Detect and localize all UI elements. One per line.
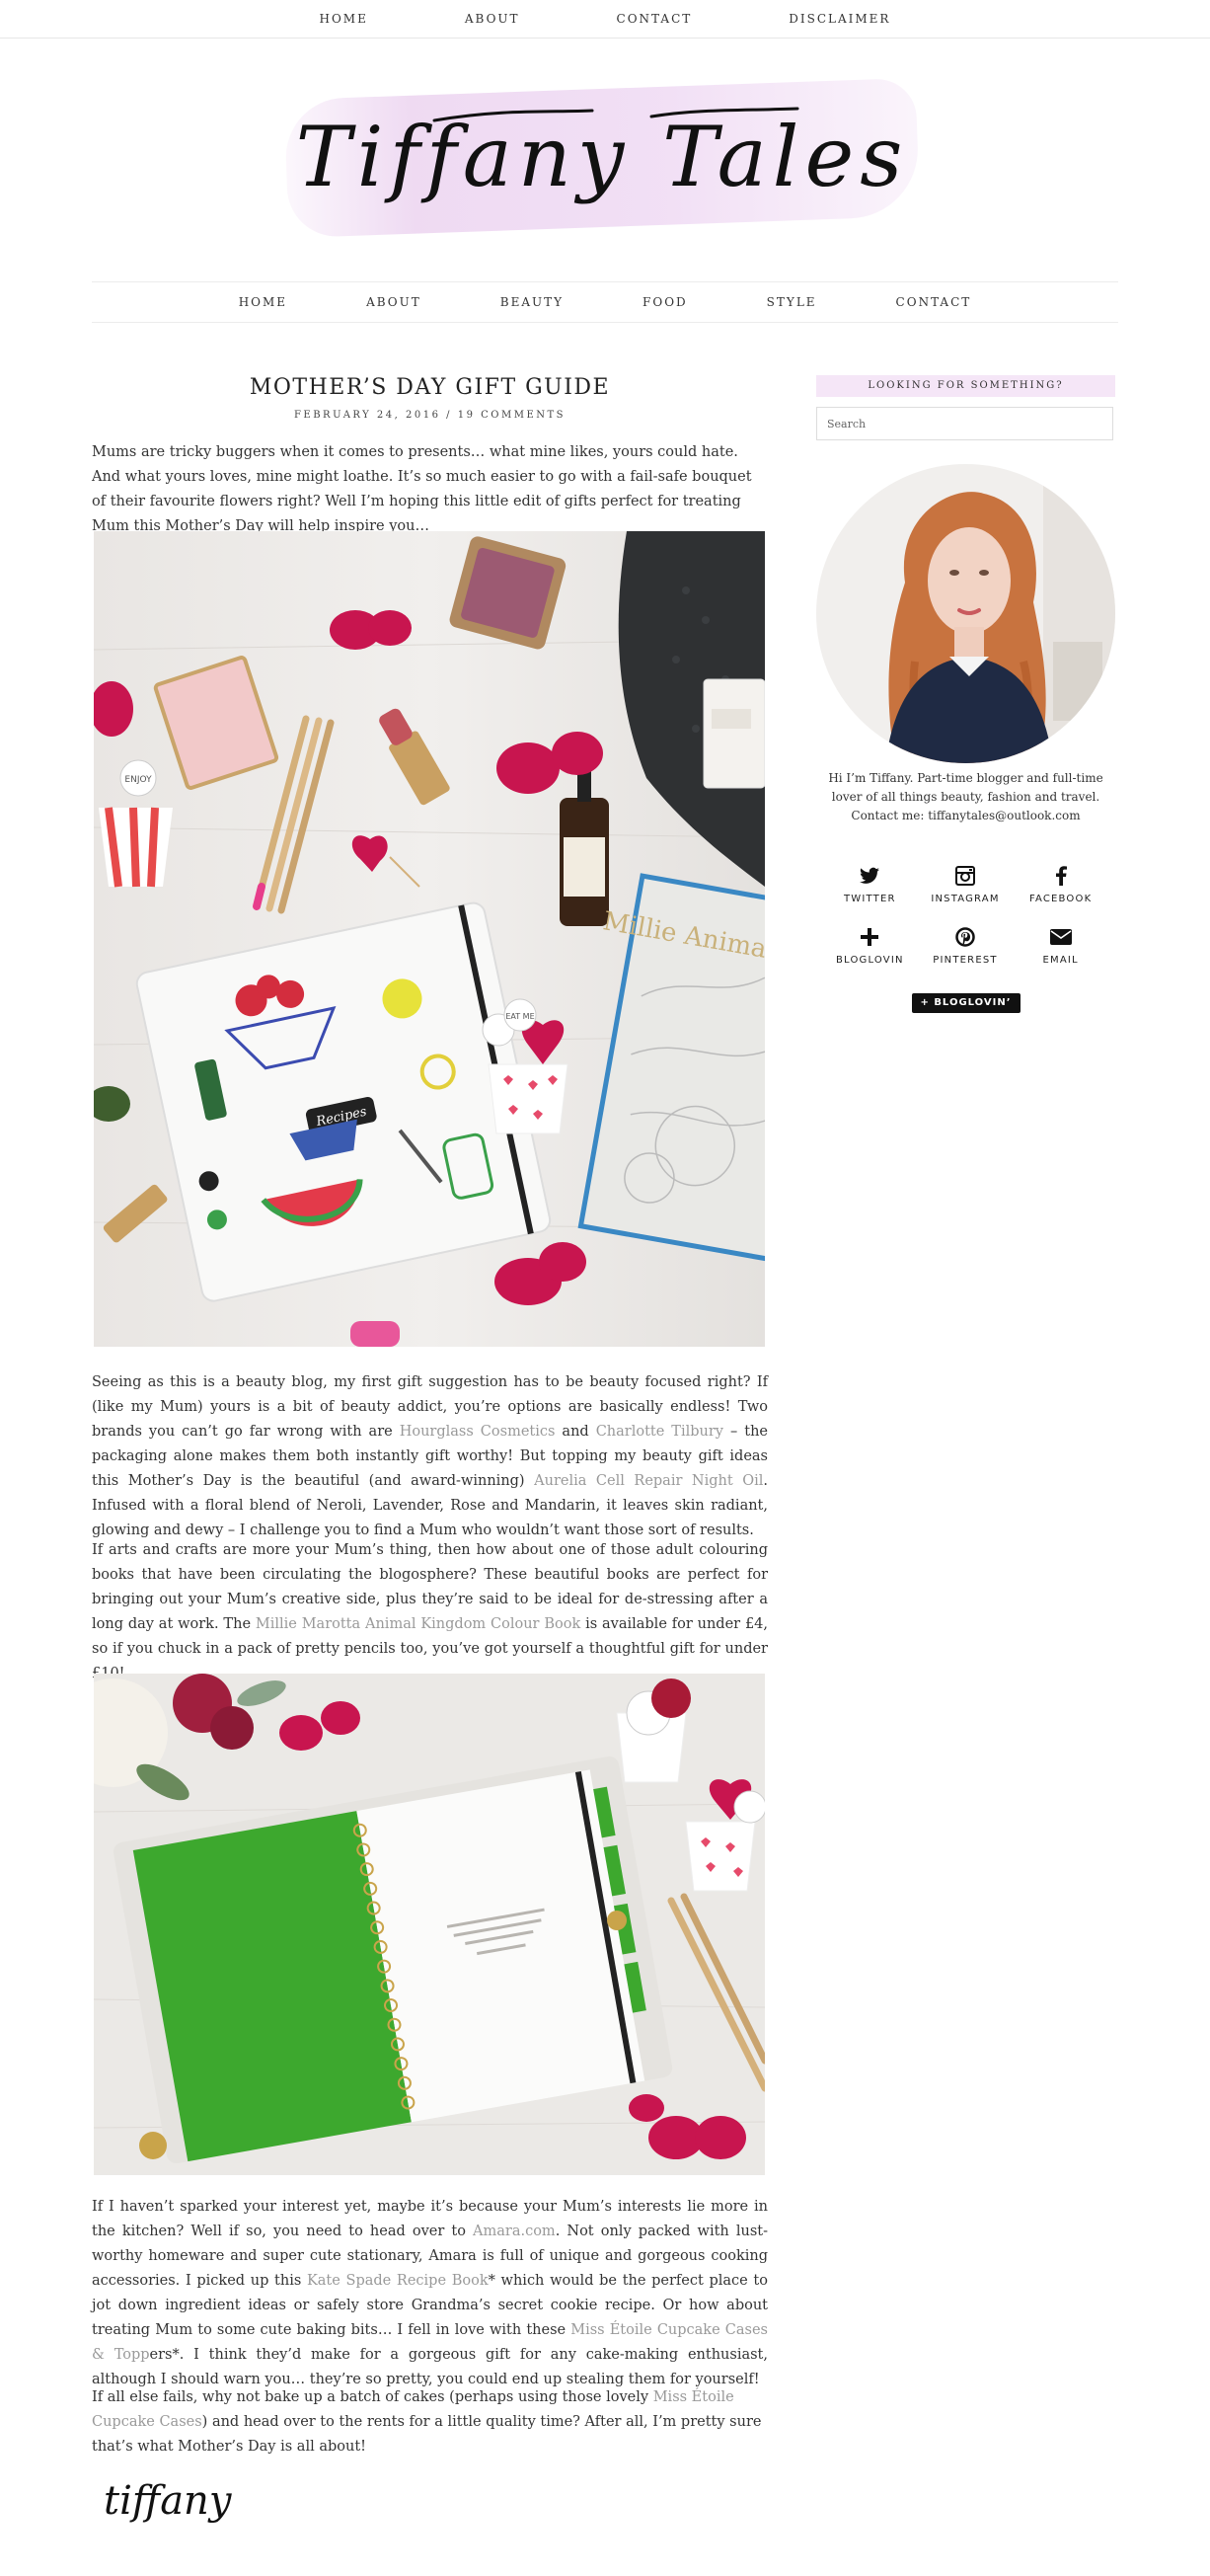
link-amara[interactable]: Amara.com	[473, 2224, 556, 2239]
post-meta: FEBRUARY 24, 2016 / 19 COMMENTS	[92, 410, 768, 421]
post-meta-separator: /	[446, 410, 453, 421]
link-charlotte-tilbury[interactable]: Charlotte Tilbury	[596, 1424, 723, 1440]
link-hourglass[interactable]: Hourglass Cosmetics	[400, 1424, 556, 1440]
author-bio: Hi I’m Tiffany. Part-time blogger and fu…	[828, 771, 1103, 822]
top-nav-home[interactable]: HOME	[320, 12, 368, 26]
social-email[interactable]: EMAIL	[1013, 926, 1108, 966]
svg-text:tiffany: tiffany	[104, 2478, 233, 2524]
link-kate-spade[interactable]: Kate Spade Recipe Book	[307, 2273, 489, 2289]
post-paragraph-colouring: If arts and crafts are more your Mum’s t…	[92, 1542, 769, 1681]
twitter-icon	[859, 865, 880, 887]
main-nav-food[interactable]: FOOD	[643, 295, 688, 309]
link-colouring-book[interactable]: Millie Marotta Animal Kingdom Colour Boo…	[256, 1616, 580, 1632]
main-nav: HOME ABOUT BEAUTY FOOD STYLE CONTACT	[92, 281, 1118, 323]
logo-text: Tiffany Tales	[296, 109, 909, 205]
author-signature: tiffany	[104, 2478, 233, 2524]
facebook-icon	[1050, 865, 1072, 887]
instagram-icon	[954, 865, 976, 887]
social-pinterest[interactable]: PINTEREST	[918, 926, 1014, 966]
social-facebook[interactable]: FACEBOOK	[1013, 865, 1108, 904]
social-links: TWITTER INSTAGRAM FACEBOOK BLOGLOVIN PIN…	[822, 865, 1108, 966]
post-paragraph-kitchen: If I haven’t sparked your interest yet, …	[92, 2199, 768, 2387]
logo-script-svg: Tiffany Tales	[296, 107, 909, 205]
sidebar: LOOKING FOR SOMETHING? Hi I’m Tiffany. P…	[816, 375, 1115, 1013]
post-title[interactable]: MOTHER’S DAY GIFT GUIDE	[92, 375, 768, 400]
social-instagram[interactable]: INSTAGRAM	[918, 865, 1014, 904]
plus-icon	[859, 926, 880, 948]
badge-text: ENJOY	[124, 775, 152, 785]
social-bloglovin[interactable]: BLOGLOVIN	[822, 926, 918, 966]
link-aurelia[interactable]: Aurelia Cell Repair Night Oil	[534, 1473, 763, 1489]
search-widget-heading: LOOKING FOR SOMETHING?	[816, 375, 1115, 397]
main-nav-contact[interactable]: CONTACT	[896, 295, 972, 309]
pinterest-icon	[954, 926, 976, 948]
post-paragraph-intro: Mums are tricky buggers when it comes to…	[92, 444, 752, 534]
author-avatar	[816, 464, 1115, 763]
main-nav-beauty[interactable]: BEAUTY	[500, 295, 564, 309]
social-twitter[interactable]: TWITTER	[822, 865, 918, 904]
bloglovin-follow-button[interactable]: + BLOGLOVIN’	[911, 993, 1021, 1013]
envelope-icon	[1049, 926, 1072, 948]
top-nav-disclaimer[interactable]: DISCLAIMER	[789, 12, 890, 26]
top-nav: HOME ABOUT CONTACT DISCLAIMER	[0, 0, 1210, 39]
top-nav-about[interactable]: ABOUT	[465, 12, 520, 26]
post-comments-link[interactable]: 19 COMMENTS	[458, 410, 566, 421]
top-nav-contact[interactable]: CONTACT	[617, 12, 693, 26]
main-nav-home[interactable]: HOME	[239, 295, 287, 309]
site-logo[interactable]: Tiffany Tales	[276, 69, 928, 247]
main-nav-style[interactable]: STYLE	[767, 295, 817, 309]
gift-flatlay-image: ENJOY Recipes EAT ME Millie Animal	[94, 531, 765, 1347]
blog-post: MOTHER’S DAY GIFT GUIDE FEBRUARY 24, 201…	[92, 375, 768, 2524]
search-input[interactable]	[816, 407, 1113, 440]
badge2-text: EAT ME	[505, 1012, 534, 1021]
recipe-notebook-image	[94, 1674, 765, 2175]
post-date: FEBRUARY 24, 2016	[293, 410, 441, 421]
main-nav-about[interactable]: ABOUT	[366, 295, 421, 309]
post-paragraph-beauty: Seeing as this is a beauty blog, my firs…	[92, 1374, 769, 1538]
post-paragraph-closing: If all else fails, why not bake up a bat…	[92, 2389, 762, 2455]
